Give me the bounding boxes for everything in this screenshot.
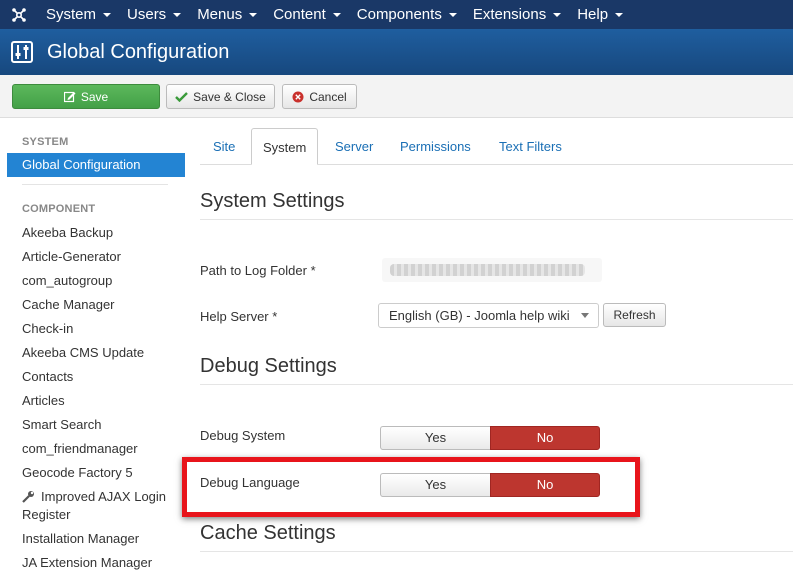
nav-menu-menus[interactable]: Menus [189,0,265,29]
debug-language-label: Debug Language [200,475,300,490]
sidebar-item[interactable]: JA Extension Manager [22,555,152,570]
sidebar-heading-component: COMPONENT [22,203,96,215]
help-server-select[interactable]: English (GB) - Joomla help wiki [378,303,599,328]
page-header: Global Configuration [0,29,793,75]
section-title-cache-settings: Cache Settings [200,522,336,544]
sidebar-item[interactable]: Smart Search [22,417,101,432]
debug-system-label: Debug System [200,428,286,443]
section-title-system-settings: System Settings [200,190,345,212]
section-title-debug-settings: Debug Settings [200,355,337,377]
nav-menu-users[interactable]: Users [119,0,189,29]
section-divider [200,384,793,385]
debug-system-toggle: Yes No [380,426,600,450]
cancel-button[interactable]: Cancel [282,84,357,109]
sidebar-item[interactable]: Geocode Factory 5 [22,465,133,480]
toolbar: Save Save & Close Cancel [0,75,793,118]
sidebar-item[interactable]: Register [22,507,70,522]
debug-system-yes[interactable]: Yes [380,426,490,450]
sidebar-item[interactable]: Contacts [22,369,73,384]
section-divider [200,219,793,220]
caret-down-icon [553,12,562,17]
sidebar-item[interactable]: Cache Manager [22,297,115,312]
cancel-circle-icon [292,91,304,102]
edit-icon [63,91,76,102]
nav-label: Menus [197,6,243,23]
debug-system-no[interactable]: No [490,426,600,450]
sidebar-divider [22,184,168,185]
nav-label: Extensions [472,6,547,23]
sidebar-item[interactable]: com_friendmanager [22,441,138,456]
sidebar-item[interactable]: Check-in [22,321,73,336]
tab-permissions[interactable]: Permissions [400,128,471,165]
chevron-down-icon [581,313,589,318]
sidebar-heading-system: SYSTEM [22,136,69,148]
tab-bar: Site System Server Permissions Text Filt… [200,128,793,165]
blurred-text [390,264,585,276]
sidebar-item[interactable]: Article-Generator [22,249,121,264]
page-title: Global Configuration [47,40,230,63]
sidebar-item-label: Improved AJAX Login [41,489,167,504]
nav-menu-help[interactable]: Help [569,0,631,29]
debug-language-yes[interactable]: Yes [380,473,490,497]
sidebar-item[interactable]: Articles [22,393,65,408]
sidebar-item-global-configuration[interactable]: Global Configuration [7,153,185,177]
wrench-icon [22,491,34,503]
nav-label: Users [127,6,167,23]
cancel-label: Cancel [309,89,347,104]
tab-system[interactable]: System [251,128,319,165]
help-server-label: Help Server * [200,309,278,324]
tab-text-filters[interactable]: Text Filters [499,128,562,165]
sidebar-item[interactable]: Akeeba CMS Update [22,345,144,360]
log-folder-label: Path to Log Folder * [200,263,316,278]
caret-down-icon [448,12,457,17]
save-close-button[interactable]: Save & Close [166,84,275,109]
sidebar-item[interactable]: Installation Manager [22,531,139,546]
nav-label: Help [577,6,609,23]
debug-language-no[interactable]: No [490,473,600,497]
tab-site[interactable]: Site [213,128,235,165]
caret-down-icon [249,12,258,17]
help-server-value: English (GB) - Joomla help wiki [389,308,570,323]
caret-down-icon [332,12,341,17]
nav-menu-extensions[interactable]: Extensions [465,0,569,29]
nav-menu-content[interactable]: Content [265,0,349,29]
caret-down-icon [103,12,112,17]
tab-server[interactable]: Server [335,128,373,165]
top-navbar: System Users Menus Content Components Ex… [0,0,793,29]
caret-down-icon [615,12,624,17]
nav-menu-system[interactable]: System [38,0,119,29]
log-folder-input[interactable] [382,258,602,282]
sliders-icon [11,41,33,63]
checkmark-icon [175,92,188,102]
section-divider [200,551,793,552]
sidebar-item-improved-ajax-login[interactable]: Improved AJAX Login [22,489,166,504]
nav-label: System [46,6,97,23]
joomla-logo-icon[interactable] [0,0,38,29]
sidebar-item[interactable]: Akeeba Backup [22,225,113,240]
debug-language-toggle: Yes No [380,473,600,497]
save-label: Save [80,89,109,104]
nav-label: Content [273,6,326,23]
nav-menu-components[interactable]: Components [349,0,465,29]
save-button[interactable]: Save [12,84,160,109]
caret-down-icon [173,12,182,17]
save-close-label: Save & Close [193,89,266,104]
sidebar: SYSTEM Global Configuration COMPONENT Ak… [0,118,190,572]
sidebar-item[interactable]: com_autogroup [22,273,112,288]
nav-label: Components [356,6,442,23]
refresh-button[interactable]: Refresh [603,303,666,327]
